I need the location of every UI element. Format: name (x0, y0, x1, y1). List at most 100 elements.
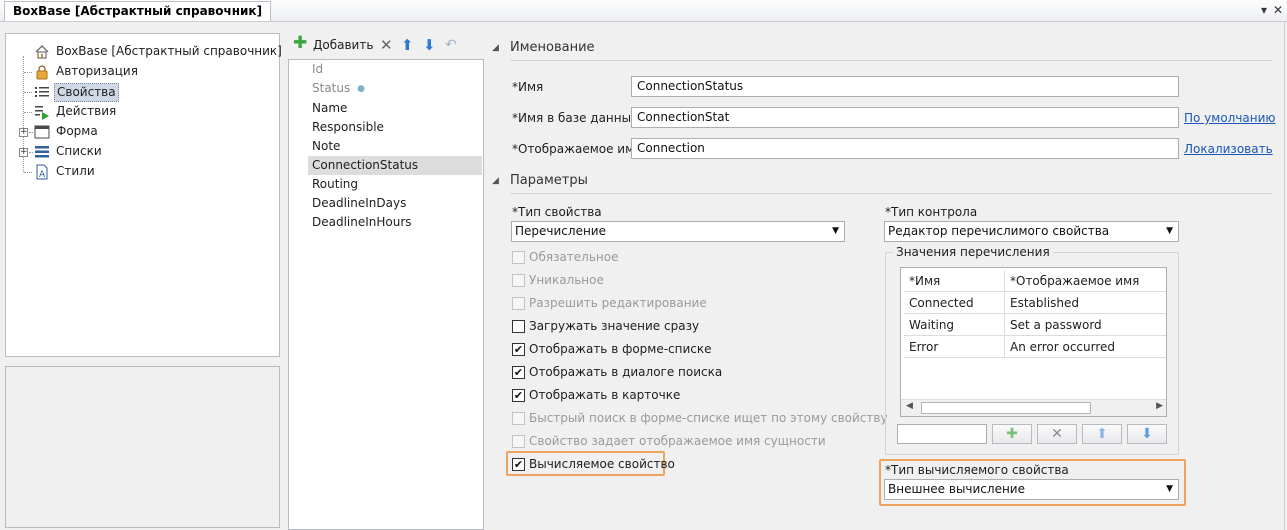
checkbox-box (512, 297, 525, 310)
chevron-down-icon: ▼ (1166, 484, 1173, 494)
display-name-input[interactable]: Connection (631, 138, 1179, 159)
move-up-icon: ⬆ (1096, 426, 1108, 442)
svg-text:A: A (39, 170, 46, 180)
property-type-value: Перечисление (515, 224, 606, 238)
grid-cell[interactable]: Connected (904, 292, 1005, 314)
property-item[interactable]: Name (312, 99, 347, 118)
checkbox-label: Свойство задает отображаемое имя сущност… (529, 434, 826, 448)
property-item[interactable]: DeadlineInHours (312, 213, 412, 232)
property-item[interactable]: Id (312, 60, 323, 79)
calc-type-value: Внешнее вычисление (888, 482, 1025, 496)
property-item[interactable]: Routing (312, 175, 358, 194)
add-enum-button[interactable]: ✚ (992, 424, 1032, 444)
move-down-icon: ⬇ (1141, 426, 1153, 442)
grid-cell[interactable]: An error occurred (1005, 336, 1166, 358)
control-type-label: *Тип контрола (885, 205, 978, 219)
move-enum-down-button[interactable]: ⬇ (1127, 424, 1167, 444)
grid-header-display[interactable]: *Отображаемое имя (1005, 270, 1166, 292)
form-icon (34, 125, 50, 139)
list-icon (35, 87, 49, 97)
delete-icon: ✕ (1051, 426, 1063, 442)
property-item[interactable]: Status ● (312, 79, 365, 98)
control-type-select[interactable]: Редактор перечислимого свойства ▼ (884, 221, 1179, 242)
checkbox-label: Разрешить редактирование (529, 296, 707, 310)
property-item-selected[interactable]: ConnectionStatus (312, 156, 418, 175)
title-bar: BoxBase [Абстрактный справочник] ▾ ✕ (0, 0, 1287, 22)
grid-cell[interactable]: Set a password (1005, 314, 1166, 336)
checkbox-label: Отображать в карточке (529, 388, 681, 402)
default-link[interactable]: По умолчанию (1184, 111, 1276, 125)
params-section-header: Параметры (510, 173, 588, 188)
styles-icon: A (36, 164, 48, 180)
move-up-icon[interactable]: ⬆ (401, 36, 414, 54)
lists-icon (35, 146, 49, 158)
localize-link[interactable]: Локализовать (1184, 142, 1273, 156)
enum-new-value-input[interactable] (897, 424, 987, 444)
checkmark-icon: ✔ (512, 343, 525, 356)
window-title: BoxBase [Абстрактный справочник] (4, 1, 272, 21)
naming-section-header: Именование (510, 40, 595, 55)
status-dot-icon: ● (357, 84, 365, 94)
close-icon[interactable]: ✕ (1271, 3, 1285, 17)
checkbox-box (512, 435, 525, 448)
expand-form-icon[interactable]: + (19, 128, 28, 137)
collapse-naming-icon[interactable]: ◢ (492, 43, 499, 53)
grid-cell[interactable]: Established (1005, 292, 1166, 314)
remove-enum-button[interactable]: ✕ (1037, 424, 1077, 444)
property-item-label: Status (312, 81, 351, 95)
move-down-icon[interactable]: ⬇ (423, 36, 436, 54)
calc-type-select[interactable]: Внешнее вычисление ▼ (884, 479, 1179, 500)
enum-values-grid: *Имя *Отображаемое имя Connected Establi… (900, 267, 1167, 417)
property-type-label: *Тип свойства (512, 205, 602, 219)
undo-icon[interactable]: ↶ (445, 36, 457, 54)
checkbox-label: Отображать в форме-списке (529, 342, 712, 356)
grid-cell[interactable]: Error (904, 336, 1005, 358)
scrollbar-thumb[interactable] (921, 402, 1091, 414)
checkbox-label: Вычисляемое свойство (529, 457, 675, 471)
structure-tree-panel: BoxBase [Абстрактный справочник] Авториз… (5, 33, 282, 357)
checkbox-label: Отображать в диалоге поиска (529, 365, 723, 379)
checkbox-box (512, 412, 525, 425)
tree-item-label: Действия (56, 104, 117, 118)
expand-lists-icon[interactable]: + (19, 148, 28, 157)
scroll-right-icon[interactable]: ▶ (1156, 401, 1163, 411)
chevron-down-icon: ▼ (832, 226, 839, 236)
grid-cell[interactable]: Waiting (904, 314, 1005, 336)
checkbox-box (512, 251, 525, 264)
calc-type-label: *Тип вычисляемого свойства (885, 463, 1069, 477)
property-item[interactable]: Note (312, 137, 340, 156)
checkbox-label: Загружать значение сразу (529, 319, 700, 333)
scroll-left-icon[interactable]: ◀ (906, 401, 913, 411)
move-enum-up-button[interactable]: ⬆ (1082, 424, 1122, 444)
add-label: Добавить (313, 38, 374, 52)
home-icon (35, 45, 49, 59)
dbname-input[interactable]: ConnectionStat (631, 107, 1179, 128)
chevron-down-icon: ▼ (1166, 226, 1173, 236)
control-type-value: Редактор перечислимого свойства (888, 224, 1110, 238)
checkbox-label: Быстрый поиск в форме-списке ищет по это… (529, 411, 888, 425)
delete-icon[interactable]: ✕ (380, 36, 393, 54)
plus-icon: ✚ (1006, 426, 1018, 442)
name-input[interactable]: ConnectionStatus (631, 76, 1179, 97)
name-label: *Имя (512, 80, 544, 94)
tree-item-label: BoxBase [Абстрактный справочник] (56, 44, 282, 58)
preview-panel (5, 366, 280, 528)
property-item[interactable]: Responsible (312, 118, 384, 137)
horizontal-scrollbar[interactable]: ◀ ▶ (901, 399, 1166, 416)
tree-item-label: Списки (56, 144, 102, 158)
property-item[interactable]: DeadlineInDays (312, 194, 406, 213)
checkbox-box (512, 320, 525, 333)
checkbox-label: Уникальное (529, 273, 604, 287)
collapse-params-icon[interactable]: ◢ (492, 176, 499, 186)
actions-icon (35, 106, 49, 120)
tree-item-label: Авторизация (56, 64, 138, 78)
tree-item-label: Форма (56, 124, 98, 138)
checkbox-box (512, 274, 525, 287)
checkbox-label: Обязательное (529, 250, 619, 264)
grid-header-name[interactable]: *Имя (904, 270, 1005, 292)
dropdown-menu-icon[interactable]: ▾ (1257, 3, 1271, 17)
display-name-label: *Отображаемое имя (512, 142, 642, 156)
property-type-select[interactable]: Перечисление ▼ (511, 221, 845, 242)
plus-icon: ✚ (293, 33, 308, 53)
checkmark-icon: ✔ (512, 366, 525, 379)
